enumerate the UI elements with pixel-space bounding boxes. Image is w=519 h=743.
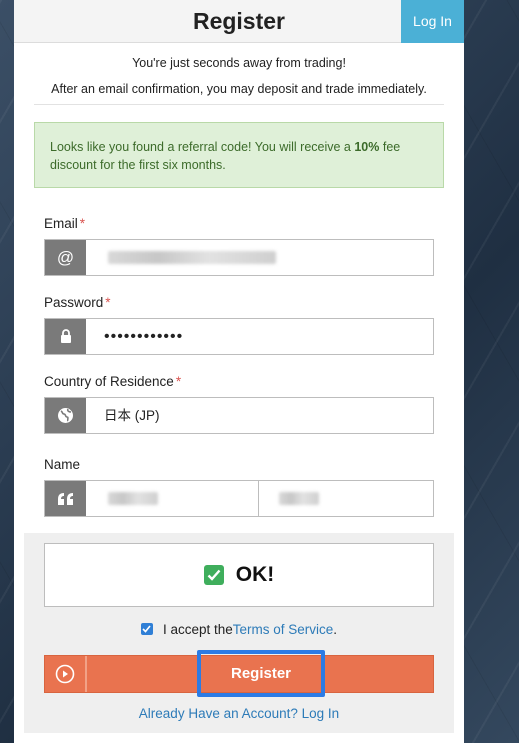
last-name-redacted [279, 492, 319, 505]
password-input[interactable]: •••••••••••• [86, 319, 433, 354]
first-name-redacted [108, 492, 158, 505]
captcha-widget[interactable]: OK! [44, 543, 434, 607]
check-icon-svg [207, 569, 221, 581]
email-input[interactable] [86, 240, 433, 275]
globe-icon-svg [58, 408, 73, 423]
terms-of-service-link[interactable]: Terms of Service [233, 622, 334, 637]
email-required-mark: * [79, 216, 86, 231]
country-select[interactable]: 日本 (JP) [44, 397, 434, 434]
alert-discount: 10% [354, 140, 380, 154]
play-circle-icon-svg [55, 664, 75, 684]
name-field [44, 480, 434, 517]
register-bar[interactable]: Register [44, 650, 434, 697]
terms-row: I accept the Terms of Service . [14, 619, 464, 639]
intro-line-2: After an email confirmation, you may dep… [51, 82, 427, 96]
country-label-text: Country of Residence [44, 374, 174, 389]
play-circle-icon [45, 656, 87, 692]
quote-icon-svg [57, 492, 73, 505]
page-title: Register [192, 8, 286, 34]
lock-icon-svg [60, 329, 71, 343]
first-name-input[interactable] [86, 481, 258, 516]
password-label-text: Password [44, 295, 104, 310]
last-name-input[interactable] [259, 481, 433, 516]
terms-checkbox[interactable] [140, 623, 153, 635]
login-tab[interactable]: Log In [401, 0, 464, 43]
login-link[interactable]: Already Have an Account? Log In [14, 706, 464, 721]
password-label: Password * [44, 295, 111, 310]
globe-icon [45, 398, 86, 433]
check-icon [203, 565, 224, 585]
register-button[interactable]: Register [197, 650, 325, 697]
checkbox-check-icon [142, 625, 152, 633]
alert-text-before: Looks like you found a referral code! Yo… [50, 140, 355, 154]
lock-icon [45, 319, 86, 354]
terms-suffix: . [333, 621, 338, 637]
divider [34, 104, 444, 105]
email-label: Email * [44, 216, 85, 231]
at-icon: @ [45, 240, 86, 275]
quote-icon [45, 481, 86, 516]
panel-header: Register Log In [14, 0, 464, 43]
email-value-redacted [108, 251, 276, 264]
name-label: Name [44, 457, 81, 472]
intro-line-1: You're just seconds away from trading! [132, 56, 346, 70]
terms-prefix: I accept the [162, 621, 233, 637]
register-panel: Register Log In You're just seconds away… [14, 0, 464, 743]
email-label-text: Email [44, 216, 78, 231]
country-label: Country of Residence * [44, 374, 181, 389]
password-required-mark: * [105, 295, 111, 310]
country-required-mark: * [175, 374, 182, 389]
email-field[interactable]: @ [44, 239, 434, 276]
password-field[interactable]: •••••••••••• [44, 318, 434, 355]
country-value: 日本 (JP) [104, 408, 160, 423]
captcha-status: OK! [235, 563, 275, 586]
referral-alert: Looks like you found a referral code! Yo… [34, 122, 444, 188]
at-glyph: @ [56, 247, 75, 267]
